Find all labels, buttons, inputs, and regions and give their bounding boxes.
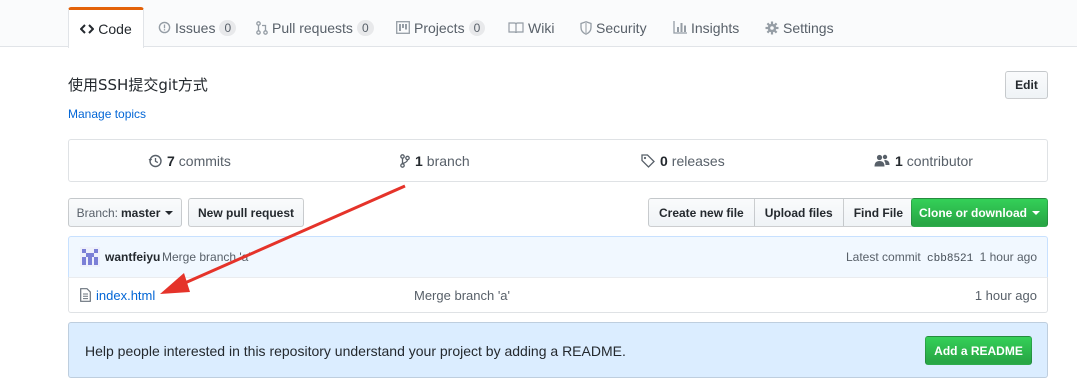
commit-sha[interactable]: cbb8521 — [927, 253, 973, 265]
numbers-summary: 7 commits 1 branch 0 releases 1 contribu… — [68, 139, 1048, 182]
tab-insights[interactable]: Insights — [673, 8, 739, 47]
branches-label: branch — [426, 152, 470, 169]
commit-message[interactable]: Merge branch 'a' — [162, 250, 251, 264]
tab-issues-label: Issues — [175, 19, 216, 36]
upload-files-button[interactable]: Upload files — [753, 198, 844, 227]
people-icon — [874, 154, 890, 167]
shield-icon — [580, 20, 592, 35]
avatar[interactable] — [80, 247, 100, 267]
tab-insights-label: Insights — [691, 19, 740, 36]
contributors-label: contributor — [906, 152, 973, 169]
commits-link[interactable]: 7 commits — [148, 140, 231, 181]
releases-count: 0 — [660, 152, 668, 169]
clone-download-button[interactable]: Clone or download — [911, 198, 1048, 227]
repo-description: 使用SSH提交git方式 — [68, 76, 208, 94]
tab-settings-label: Settings — [783, 19, 834, 36]
clone-label: Clone or download — [919, 205, 1027, 220]
file-table: index.html Merge branch 'a' 1 hour ago — [68, 277, 1048, 313]
issue-icon — [158, 21, 171, 34]
tab-wiki-label: Wiki — [528, 19, 555, 36]
tab-security-label: Security — [596, 19, 647, 36]
code-icon — [80, 23, 95, 35]
caret-down-icon — [165, 210, 174, 215]
readme-prompt: Help people interested in this repositor… — [68, 322, 1048, 378]
branch-name: master — [121, 205, 161, 220]
tab-issues[interactable]: Issues 0 — [158, 8, 237, 47]
contributors-link[interactable]: 1 contributor — [874, 140, 973, 181]
releases-link[interactable]: 0 releases — [641, 140, 725, 181]
tab-pull-requests[interactable]: Pull requests 0 — [256, 8, 374, 47]
find-file-button[interactable]: Find File — [842, 198, 915, 227]
contributors-count: 1 — [895, 152, 903, 169]
pull-requests-counter: 0 — [356, 19, 374, 36]
history-icon — [148, 154, 162, 168]
branch-prefix: Branch: — [76, 205, 118, 220]
latest-commit-label: Latest commit — [846, 250, 921, 264]
tag-icon — [641, 153, 655, 168]
manage-topics-link[interactable]: Manage topics — [68, 107, 146, 121]
file-navigation: Create new file Upload files Find File — [648, 198, 915, 227]
caret-down-icon — [1032, 210, 1040, 215]
file-commit-message[interactable]: Merge branch 'a' — [414, 288, 510, 303]
latest-commit-bar: wantfeiyu Merge branch 'a' Latest commit… — [68, 236, 1048, 278]
project-icon — [396, 21, 410, 34]
add-readme-button[interactable]: Add a README — [925, 336, 1032, 365]
file-icon — [80, 288, 91, 305]
tab-settings[interactable]: Settings — [765, 8, 834, 47]
commit-age: 1 hour ago — [979, 250, 1037, 264]
new-pull-request-button[interactable]: New pull request — [188, 198, 304, 227]
tab-wiki[interactable]: Wiki — [508, 8, 554, 47]
commit-author[interactable]: wantfeiyu — [105, 250, 160, 264]
branches-link[interactable]: 1 branch — [400, 140, 470, 181]
branch-select-button[interactable]: Branch: master — [68, 198, 182, 227]
commits-count: 7 — [167, 152, 175, 169]
tab-security[interactable]: Security — [580, 8, 647, 47]
tab-projects-label: Projects — [414, 19, 465, 36]
projects-counter: 0 — [468, 19, 486, 36]
branches-count: 1 — [415, 152, 423, 169]
issues-counter: 0 — [219, 19, 237, 36]
file-age: 1 hour ago — [974, 288, 1037, 303]
latest-commit-info: Latest commit cbb8521 1 hour ago — [846, 250, 1037, 265]
pull-request-icon — [256, 20, 268, 35]
tab-pull-requests-label: Pull requests — [272, 19, 353, 36]
create-new-file-button[interactable]: Create new file — [648, 198, 755, 227]
repo-nav: Code Issues 0 Pull requests 0 Projects 0… — [0, 0, 1077, 48]
tab-code-label: Code — [98, 21, 132, 37]
tab-projects[interactable]: Projects 0 — [396, 8, 486, 47]
tab-code[interactable]: Code — [68, 7, 144, 48]
book-icon — [508, 21, 524, 34]
commits-label: commits — [178, 152, 231, 169]
graph-icon — [673, 21, 687, 34]
releases-label: releases — [671, 152, 725, 169]
edit-description-button[interactable]: Edit — [1005, 71, 1048, 99]
gear-icon — [765, 21, 779, 35]
file-name-link[interactable]: index.html — [96, 288, 155, 303]
branch-icon — [400, 153, 410, 168]
readme-prompt-text: Help people interested in this repositor… — [85, 343, 626, 359]
